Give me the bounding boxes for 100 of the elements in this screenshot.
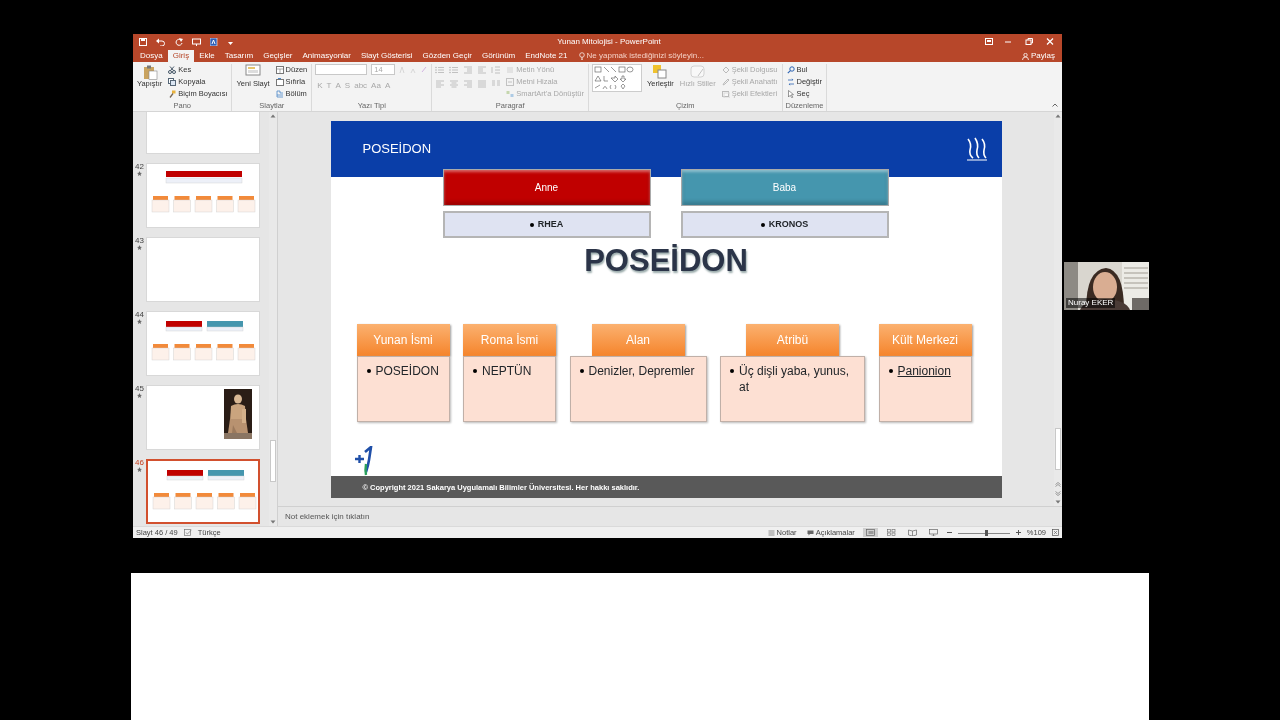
star-icon bbox=[137, 467, 142, 472]
parent-name: RHEA bbox=[537, 219, 564, 230]
save-icon[interactable] bbox=[139, 37, 147, 46]
parent-label: Anne bbox=[442, 169, 651, 206]
close-icon[interactable] bbox=[1044, 38, 1056, 45]
slide-thumbnail[interactable] bbox=[146, 459, 260, 524]
collapse-icon[interactable] bbox=[1052, 103, 1058, 107]
bullet-icon bbox=[760, 222, 765, 227]
comment-icon bbox=[806, 529, 814, 536]
ribbon-tab[interactable]: Animasyonlar bbox=[297, 50, 356, 62]
ribbon-tab[interactable]: Geçişler bbox=[258, 50, 298, 62]
next-slide-icon[interactable] bbox=[1055, 491, 1061, 496]
slideshow-icon bbox=[928, 529, 938, 536]
tell-me-field[interactable]: Ne yapmak istediğinizi söyleyin... bbox=[586, 51, 737, 61]
ribbon-tab[interactable]: Gözden Geçir bbox=[417, 50, 477, 62]
bullet-icon bbox=[366, 369, 371, 374]
scroll-thumb[interactable] bbox=[270, 440, 276, 482]
replace-icon bbox=[786, 77, 795, 86]
star-icon bbox=[137, 171, 142, 176]
scroll-up-icon[interactable] bbox=[1055, 114, 1061, 118]
ribbon-tab[interactable]: Ekle bbox=[194, 50, 220, 62]
search-icon bbox=[786, 65, 795, 74]
font-color-icon[interactable] bbox=[210, 37, 219, 46]
slider-thumb[interactable] bbox=[985, 529, 989, 536]
effects-icon bbox=[721, 89, 730, 98]
previous-slide-icon[interactable] bbox=[1055, 482, 1061, 487]
window-title: Yunan Mitolojisi - PowerPoint bbox=[556, 36, 662, 47]
font-name-field[interactable] bbox=[315, 64, 368, 75]
book-icon bbox=[907, 529, 917, 536]
person-icon bbox=[1022, 52, 1029, 60]
scrollbar[interactable] bbox=[269, 112, 277, 526]
star-icon bbox=[137, 319, 142, 324]
ribbon-tab[interactable]: Giriş bbox=[167, 50, 195, 62]
attribute-value: NEPTÜN bbox=[482, 363, 532, 380]
bullet-icon bbox=[473, 369, 477, 374]
scroll-up-icon[interactable] bbox=[270, 114, 276, 118]
attribute-value: Denizler, Depremler bbox=[588, 363, 695, 380]
zoom-slider[interactable] bbox=[957, 528, 1010, 537]
slide-number: 45 bbox=[135, 385, 144, 393]
pencil-icon bbox=[721, 77, 730, 86]
align-text-icon bbox=[506, 77, 515, 86]
normal-view-icon bbox=[865, 529, 875, 536]
numbering-icon[interactable] bbox=[449, 66, 460, 74]
slide-title: POSEİDON bbox=[362, 141, 432, 157]
attribute-label: Kült Merkezi bbox=[878, 324, 972, 357]
ribbon-options-icon[interactable] bbox=[985, 38, 993, 45]
undo-icon[interactable] bbox=[156, 37, 166, 46]
slideshow-icon[interactable] bbox=[192, 37, 201, 46]
smartart-icon bbox=[506, 89, 515, 98]
slide-number: 46 bbox=[135, 459, 144, 467]
parent-name: KRONOS bbox=[768, 219, 809, 230]
bullets-icon[interactable] bbox=[435, 66, 446, 74]
scroll-thumb[interactable] bbox=[1055, 428, 1061, 470]
ribbon-tab[interactable]: Görünüm bbox=[476, 50, 521, 62]
slide-number: 42 bbox=[135, 163, 144, 171]
fit-window-icon[interactable] bbox=[1052, 529, 1059, 536]
bullet-icon bbox=[730, 369, 734, 374]
notes-icon bbox=[767, 529, 775, 536]
slide-number: 44 bbox=[135, 311, 144, 319]
attribute-label: Atribü bbox=[746, 324, 839, 357]
redo-icon[interactable] bbox=[175, 37, 183, 46]
copy-icon bbox=[168, 77, 177, 86]
star-icon bbox=[137, 245, 142, 250]
brush-icon bbox=[168, 89, 177, 98]
paint-bucket-icon bbox=[721, 65, 730, 74]
notes-field[interactable]: Not eklemek için tıklatın bbox=[285, 511, 485, 522]
scroll-down-icon[interactable] bbox=[1055, 500, 1061, 504]
ribbon-tab[interactable]: Slayt Gösterisi bbox=[355, 50, 418, 62]
view-button[interactable] bbox=[862, 528, 878, 537]
attribute-value: Üç dişli yaba, yunus, at bbox=[739, 363, 851, 396]
slide-heading: POSEİDON bbox=[584, 242, 748, 280]
scroll-down-icon[interactable] bbox=[270, 520, 276, 524]
clear-format-icon[interactable] bbox=[421, 66, 429, 73]
attribute-link[interactable]: Panionion bbox=[897, 363, 951, 380]
ribbon-tab[interactable]: EndNote 21 bbox=[520, 50, 573, 62]
zoom-out-icon[interactable] bbox=[946, 530, 952, 535]
participant-name: Nuray EKER bbox=[1066, 297, 1116, 308]
star-icon bbox=[137, 393, 142, 398]
bullet-icon bbox=[888, 369, 893, 374]
reset-icon bbox=[275, 77, 284, 86]
restore-icon[interactable] bbox=[1023, 38, 1035, 45]
shapes-gallery-icon[interactable] bbox=[592, 64, 642, 92]
spellcheck-icon[interactable] bbox=[183, 529, 192, 536]
attribute-label: Roma İsmi bbox=[463, 324, 556, 357]
quick-styles-icon bbox=[689, 64, 706, 80]
attribute-label: Yunan İsmi bbox=[356, 324, 450, 357]
cursor-icon bbox=[786, 89, 795, 98]
slide-number: 43 bbox=[135, 237, 144, 245]
ribbon-tab[interactable]: Tasarım bbox=[219, 50, 259, 62]
parent-label: Baba bbox=[680, 169, 889, 206]
section-icon bbox=[275, 89, 284, 98]
ribbon-tab[interactable]: Dosya bbox=[135, 50, 168, 62]
share-button[interactable]: Paylaş bbox=[1019, 50, 1058, 62]
scrollbar[interactable] bbox=[1054, 112, 1062, 506]
zoom-in-icon[interactable] bbox=[1015, 530, 1021, 535]
layout-icon bbox=[275, 65, 284, 74]
minimize-icon[interactable] bbox=[1002, 38, 1014, 45]
sorter-view-icon bbox=[886, 529, 896, 536]
attribute-label: Alan bbox=[591, 324, 685, 357]
attribute-value: POSEİDON bbox=[375, 363, 439, 380]
